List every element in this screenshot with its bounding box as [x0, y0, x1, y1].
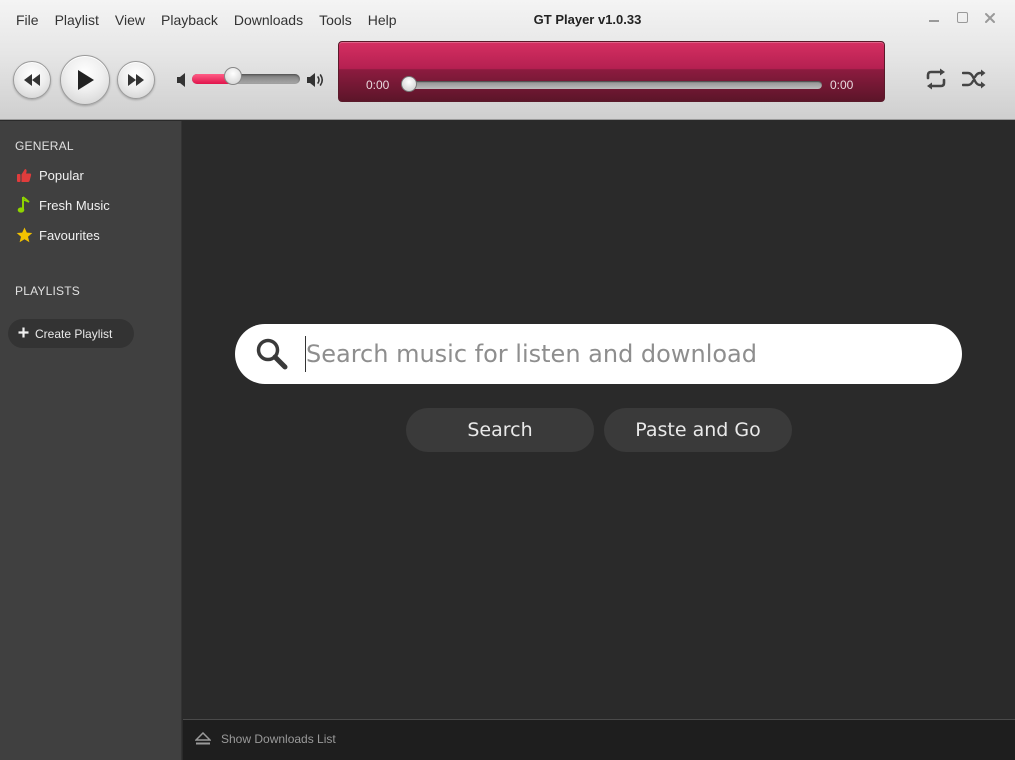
play-icon: [78, 70, 94, 90]
volume-slider[interactable]: [192, 74, 300, 84]
star-icon: [15, 226, 33, 244]
shuffle-icon[interactable]: [962, 68, 986, 90]
rewind-icon: [24, 74, 40, 86]
search-box[interactable]: [235, 324, 962, 384]
thumbs-up-icon: [15, 166, 33, 184]
volume-knob[interactable]: [224, 67, 243, 85]
music-note-icon: [15, 196, 33, 214]
play-button[interactable]: [60, 55, 110, 105]
create-playlist-label: Create Playlist: [35, 326, 113, 341]
fast-forward-icon: [128, 74, 144, 86]
rewind-button[interactable]: [13, 61, 51, 99]
general-heading: GENERAL: [15, 139, 74, 153]
main-panel: Search Paste and Go: [183, 121, 1015, 719]
now-playing-panel: 0:00 0:00: [338, 41, 885, 102]
volume-high-icon[interactable]: [306, 71, 326, 89]
sidebar-item-popular[interactable]: Popular: [15, 165, 84, 185]
maximize-icon[interactable]: [955, 10, 969, 24]
volume-low-icon[interactable]: [176, 72, 188, 88]
paste-and-go-button[interactable]: Paste and Go: [604, 408, 792, 452]
close-icon[interactable]: [983, 10, 997, 24]
sidebar-item-label: Popular: [39, 167, 84, 183]
window-title: GT Player v1.0.33: [533, 12, 642, 27]
search-button[interactable]: Search: [406, 408, 594, 452]
sidebar-item-label: Fresh Music: [39, 197, 110, 213]
playlists-heading: PLAYLISTS: [15, 284, 80, 298]
minimize-icon[interactable]: [927, 10, 941, 24]
show-downloads-toggle[interactable]: Show Downloads List: [195, 732, 336, 746]
fast-forward-button[interactable]: [117, 61, 155, 99]
create-playlist-button[interactable]: Create Playlist: [8, 319, 134, 348]
repeat-icon[interactable]: [924, 68, 948, 90]
show-downloads-label: Show Downloads List: [221, 732, 336, 746]
status-bar: Show Downloads List: [183, 719, 1015, 760]
plus-icon: [18, 327, 29, 341]
sidebar-item-label: Favourites: [39, 227, 100, 243]
total-time: 0:00: [830, 78, 854, 92]
sidebar: GENERAL Popular Fresh Music Favourites P…: [0, 121, 182, 760]
sidebar-item-fresh-music[interactable]: Fresh Music: [15, 195, 110, 215]
window-controls: [927, 10, 997, 24]
search-icon: [256, 338, 288, 370]
sidebar-item-favourites[interactable]: Favourites: [15, 225, 100, 245]
eject-icon: [195, 732, 211, 745]
seek-knob[interactable]: [401, 76, 417, 92]
seek-bar[interactable]: [405, 81, 822, 89]
top-bar: File Playlist View Playback Downloads To…: [0, 0, 1015, 120]
search-input[interactable]: [305, 336, 935, 372]
elapsed-time: 0:00: [366, 78, 390, 92]
